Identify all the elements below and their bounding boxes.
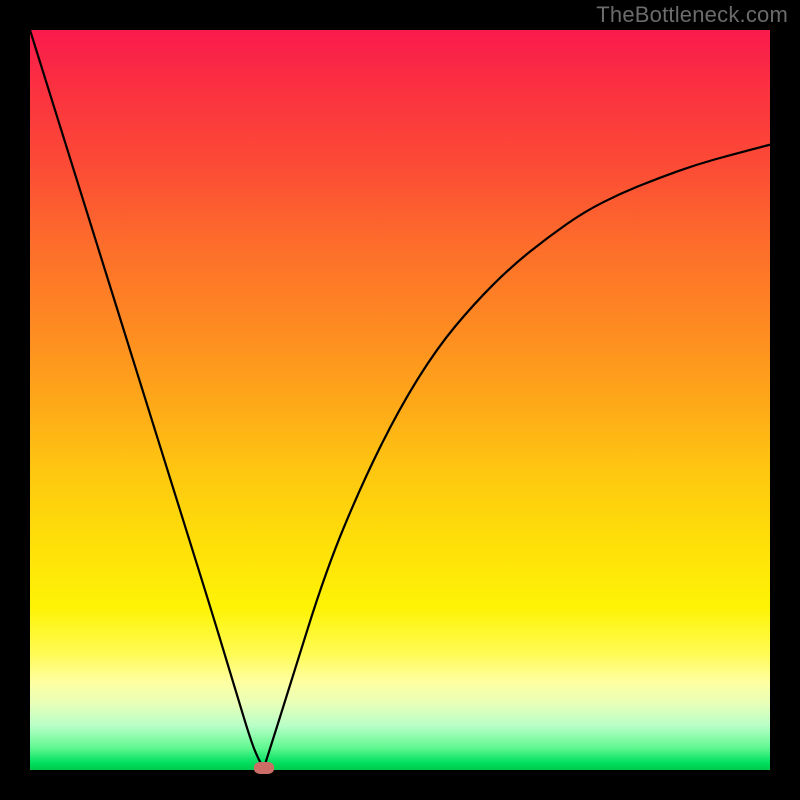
bottleneck-curve <box>30 30 770 770</box>
watermark-text: TheBottleneck.com <box>596 2 788 28</box>
plot-area <box>30 30 770 770</box>
chart-frame: TheBottleneck.com <box>0 0 800 800</box>
optimal-point-marker <box>254 762 274 774</box>
